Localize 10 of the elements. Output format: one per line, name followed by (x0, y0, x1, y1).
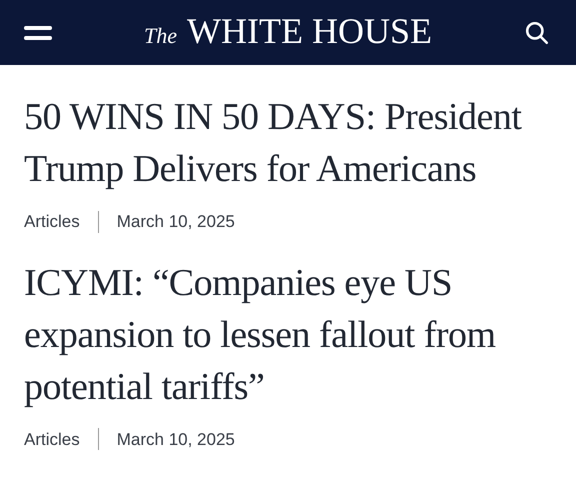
article-date: March 10, 2025 (116, 211, 235, 233)
article-category[interactable]: Articles (24, 426, 80, 452)
article-category[interactable]: Articles (24, 209, 80, 234)
logo-title: WHITE HOUSE (187, 13, 432, 49)
site-logo[interactable]: The WHITE HOUSE (144, 13, 432, 52)
article-date: March 10, 2025 (116, 428, 235, 450)
article-title[interactable]: ICYMI: “Companies eye US expansion to lessen fallout from potential tariffs” (24, 256, 552, 412)
logo-prefix: The (144, 22, 178, 50)
search-icon (524, 20, 550, 46)
article-title[interactable]: 50 WINS IN 50 DAYS: President Trump Delivers for Americans (24, 91, 552, 195)
